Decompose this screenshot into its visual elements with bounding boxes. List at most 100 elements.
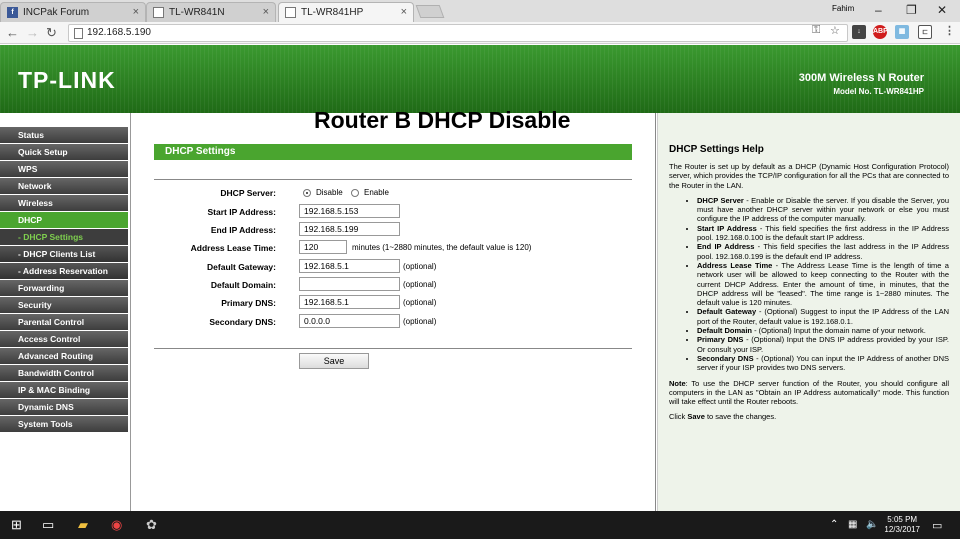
help-note-text: : To use the DHCP server function of the… — [669, 378, 949, 407]
cast-icon[interactable]: ⊏ — [918, 25, 932, 39]
sidebar-item-dhcp-clients-list[interactable]: - DHCP Clients List — [0, 246, 128, 262]
network-icon[interactable]: ▦ — [848, 519, 857, 530]
secondary-dns-label: Secondary DNS: — [209, 317, 276, 327]
notifications-icon[interactable]: ▭ — [932, 519, 942, 532]
adblock-icon[interactable]: ABP — [873, 25, 888, 39]
reload-icon[interactable]: ↻ — [46, 25, 57, 41]
close-icon[interactable]: × — [133, 6, 139, 18]
help-term: End IP Address — [697, 242, 755, 252]
task-view-icon[interactable]: ▭ — [42, 517, 54, 533]
optional-note: (optional) — [403, 262, 437, 271]
close-window-icon[interactable]: ✕ — [937, 3, 947, 17]
default-domain-label: Default Domain: — [210, 280, 276, 290]
chrome-icon[interactable]: ◉ — [111, 517, 122, 533]
model-number: Model No. TL-WR841HP — [833, 87, 924, 96]
sidebar-item-quick-setup[interactable]: Quick Setup — [0, 144, 128, 160]
help-click-pre: Click — [669, 412, 688, 422]
sidebar-item-system-tools[interactable]: System Tools — [0, 416, 128, 432]
help-item: Start IP Address - This field specifies … — [697, 224, 949, 243]
sidebar-item-security[interactable]: Security — [0, 297, 128, 313]
divider — [154, 179, 632, 180]
primary-dns-label: Primary DNS: — [221, 298, 276, 308]
tab-tl-wr841n[interactable]: TL-WR841N × — [146, 2, 276, 22]
optional-note: (optional) — [403, 280, 437, 289]
help-term: Start IP Address — [697, 223, 757, 233]
sidebar-item-dynamic-dns[interactable]: Dynamic DNS — [0, 399, 128, 415]
new-tab-button[interactable] — [415, 5, 445, 18]
help-item: Address Lease Time - The Address Lease T… — [697, 261, 949, 307]
file-explorer-icon[interactable]: ▰ — [78, 517, 88, 533]
sidebar-item-advanced-routing[interactable]: Advanced Routing — [0, 348, 128, 364]
help-item: End IP Address - This field specifies th… — [697, 242, 949, 261]
sidebar-item-network[interactable]: Network — [0, 178, 128, 194]
start-ip-field[interactable]: 192.168.5.153 — [299, 204, 400, 218]
end-ip-label: End IP Address: — [210, 225, 276, 235]
overlay-caption: Router B DHCP Disable — [314, 107, 571, 133]
help-term: Secondary DNS — [697, 353, 754, 363]
enable-label: Enable — [364, 188, 389, 197]
help-term: Default Gateway — [697, 307, 757, 317]
windows-start-icon[interactable]: ⊞ — [11, 517, 22, 533]
close-icon[interactable]: × — [263, 6, 269, 18]
help-click-save: Click Save to save the changes. — [669, 412, 949, 421]
menu-icon[interactable]: ⋮ — [944, 24, 955, 37]
tab-tl-wr841hp[interactable]: TL-WR841HP × — [278, 2, 414, 22]
volume-icon[interactable]: 🔈 — [866, 519, 878, 530]
sidebar-item-access-control[interactable]: Access Control — [0, 331, 128, 347]
help-title: DHCP Settings Help — [669, 144, 764, 155]
sidebar-item-dhcp[interactable]: DHCP — [0, 212, 128, 228]
sidebar-item-forwarding[interactable]: Forwarding — [0, 280, 128, 296]
lease-time-field[interactable]: 120 — [299, 240, 347, 254]
extension-download-icon[interactable]: ↓ — [852, 25, 866, 39]
sidebar-item-bandwidth-control[interactable]: Bandwidth Control — [0, 365, 128, 381]
sidebar-item-wireless[interactable]: Wireless — [0, 195, 128, 211]
tab-incpak-forum[interactable]: f INCPak Forum × — [0, 2, 146, 22]
forward-icon[interactable]: → — [26, 25, 39, 40]
tab-label: INCPak Forum — [23, 7, 90, 18]
primary-dns-field[interactable]: 192.168.5.1 — [299, 295, 400, 309]
page-icon — [285, 7, 296, 18]
end-ip-field[interactable]: 192.168.5.199 — [299, 222, 400, 236]
minimize-icon[interactable]: – — [875, 3, 882, 17]
help-item: Default Domain - (Optional) Input the do… — [697, 326, 949, 335]
help-item: Secondary DNS - (Optional) You can input… — [697, 354, 949, 373]
disable-label: Disable — [316, 188, 343, 197]
maximize-icon[interactable]: ❐ — [906, 3, 917, 17]
sidebar-item-status[interactable]: Status — [0, 127, 128, 143]
sidebar-item-dhcp-settings[interactable]: - DHCP Settings — [0, 229, 128, 245]
secondary-dns-field[interactable]: 0.0.0.0 — [299, 314, 400, 328]
app-icon[interactable]: ✿ — [146, 517, 157, 533]
dhcp-enable-radio[interactable] — [351, 189, 359, 197]
help-click-post: to save the changes. — [704, 412, 777, 422]
help-term: Primary DNS — [697, 335, 744, 345]
help-click-term: Save — [687, 412, 705, 422]
address-bar[interactable]: 192.168.5.190 — [68, 24, 848, 42]
router-banner: TP-LINK 300M Wireless N Router Model No.… — [0, 45, 960, 113]
page-info-icon[interactable] — [74, 28, 83, 39]
sidebar-item-ip-mac-binding[interactable]: IP & MAC Binding — [0, 382, 128, 398]
close-icon[interactable]: × — [401, 6, 407, 18]
dhcp-disable-radio[interactable] — [303, 189, 311, 197]
lease-time-note: minutes (1~2880 minutes, the default val… — [352, 243, 532, 252]
back-icon[interactable]: ← — [6, 25, 19, 40]
tray-chevron-up-icon[interactable]: ⌃ — [830, 519, 838, 530]
extension-icon[interactable]: ▦ — [895, 25, 909, 39]
sidebar-item-wps[interactable]: WPS — [0, 161, 128, 177]
help-item: DHCP Server - Enable or Disable the serv… — [697, 196, 949, 224]
help-panel: DHCP Settings Help The Router is set up … — [657, 113, 960, 511]
taskbar: ⊞ ▭ ▰ ◉ ✿ ⌃ ▦ 🔈 5:05 PM 12/3/2017 ▭ — [0, 511, 960, 539]
help-note: Note: To use the DHCP server function of… — [669, 379, 949, 407]
tab-label: TL-WR841HP — [301, 7, 364, 18]
save-button[interactable]: Save — [299, 353, 369, 369]
profile-name[interactable]: Fahim — [832, 4, 854, 13]
sidebar-item-address-reservation[interactable]: - Address Reservation — [0, 263, 128, 279]
key-icon[interactable]: ⚿ — [812, 24, 820, 37]
optional-note: (optional) — [403, 317, 437, 326]
dhcp-settings-panel: Router B DHCP Disable DHCP Settings DHCP… — [132, 107, 656, 511]
system-clock[interactable]: 5:05 PM 12/3/2017 — [884, 515, 920, 535]
sidebar-item-parental-control[interactable]: Parental Control — [0, 314, 128, 330]
default-domain-field[interactable] — [299, 277, 400, 291]
sidebar-menu: Status Quick Setup WPS Network Wireless … — [0, 113, 131, 511]
default-gateway-field[interactable]: 192.168.5.1 — [299, 259, 400, 273]
bookmark-star-icon[interactable]: ☆ — [830, 24, 840, 37]
